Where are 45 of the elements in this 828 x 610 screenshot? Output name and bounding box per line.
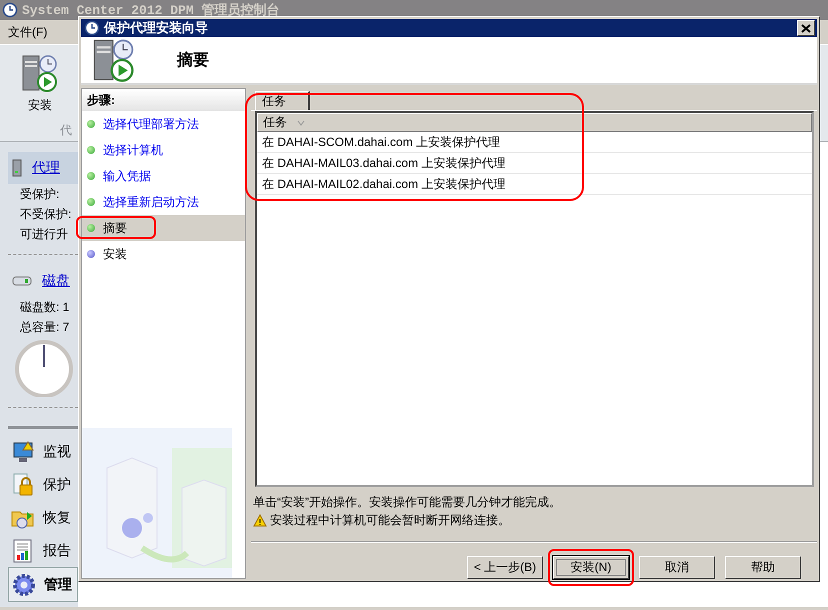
task-row: 在 DAHAI-SCOM.dahai.com 上安装保护代理 xyxy=(257,132,812,153)
dialog-button[interactable]: 帮助 xyxy=(725,556,801,579)
step-item[interactable]: 输入凭据 xyxy=(82,163,245,189)
summary-text: 受保护: xyxy=(20,186,60,202)
summary-text: 磁盘数: 1 xyxy=(20,298,70,316)
task-row: 在 DAHAI-MAIL03.dahai.com 上安装保护代理 xyxy=(257,153,812,174)
nav-item[interactable]: 管理 xyxy=(8,567,78,602)
task-row: 在 DAHAI-MAIL02.dahai.com 上安装保护代理 xyxy=(257,174,812,195)
steps-header: 步骤: xyxy=(82,89,245,111)
warning-icon xyxy=(253,514,267,526)
sort-icon xyxy=(297,120,305,126)
step-item[interactable]: 安装 xyxy=(82,241,245,267)
page-heading: 摘要 xyxy=(177,50,209,70)
nav-item[interactable]: 恢复 xyxy=(8,501,78,534)
server-icon xyxy=(12,159,22,177)
dialog-button[interactable]: 安装(N) xyxy=(553,556,629,579)
warning-text: 安装过程中计算机可能会暂时断开网络连接。 xyxy=(270,512,510,528)
step-item[interactable]: 选择计算机 xyxy=(82,137,245,163)
close-icon xyxy=(801,24,811,32)
step-item[interactable]: 选择重新启动方法 xyxy=(82,189,245,215)
info-text: 单击“安装”开始操作。安装操作可能需要几分钟才能完成。 xyxy=(252,494,562,510)
install-tool-button[interactable]: 安装 xyxy=(18,51,62,116)
summary-text: 不受保护: xyxy=(20,206,72,222)
nav-item[interactable]: 监视 xyxy=(8,435,78,468)
install-icon xyxy=(20,53,60,93)
lock-icon xyxy=(11,472,35,496)
dialog-button[interactable]: < 上一步(B) xyxy=(467,556,543,579)
section-link[interactable]: 磁盘 xyxy=(42,272,70,290)
summary-text: 总容量: 7 xyxy=(20,318,70,336)
nav-item[interactable]: 保护 xyxy=(8,468,78,501)
gear-icon xyxy=(12,572,36,596)
clock-icon xyxy=(2,2,18,18)
dialog-button[interactable]: 取消 xyxy=(639,556,715,579)
dialog-title: 保护代理安装向导 xyxy=(104,19,208,37)
tab[interactable]: 任务 xyxy=(255,91,310,110)
window-title-text: System Center 2012 DPM 管理员控制台 xyxy=(22,2,280,19)
monitor-icon xyxy=(11,440,35,464)
step-item[interactable]: 选择代理部署方法 xyxy=(82,111,245,137)
close-button[interactable] xyxy=(797,20,815,36)
summary-text: 可进行升 xyxy=(20,226,68,242)
nav-item[interactable]: 报告 xyxy=(8,534,78,567)
menu-item[interactable]: 文件(F) xyxy=(8,24,48,40)
column-header[interactable]: 任务 xyxy=(257,113,812,132)
group-label: 代 xyxy=(60,122,72,139)
clock-icon xyxy=(84,20,100,36)
